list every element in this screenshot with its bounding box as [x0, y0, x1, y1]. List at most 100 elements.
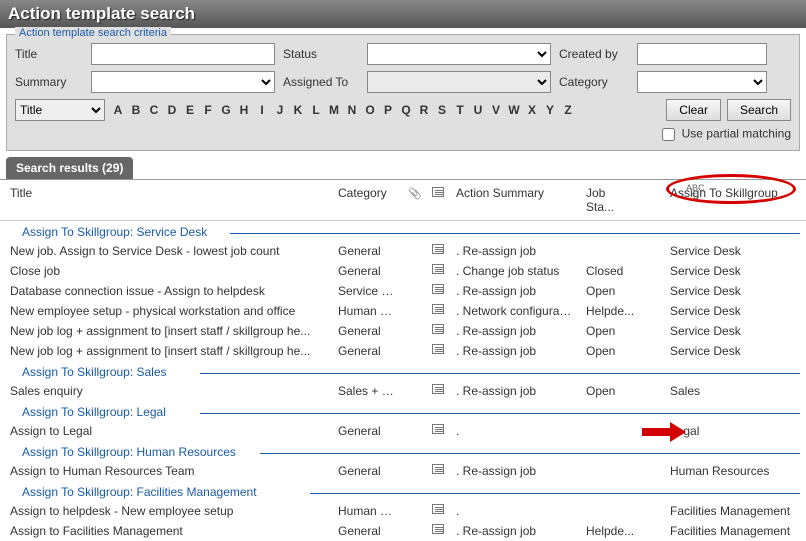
cell-attach — [402, 262, 426, 280]
table-row[interactable]: New job. Assign to Service Desk - lowest… — [0, 241, 806, 261]
letter-D[interactable]: D — [165, 103, 179, 117]
cell-category: Human R... — [332, 302, 402, 320]
col-attachment-icon[interactable] — [402, 184, 426, 216]
col-skillgroup[interactable]: Assign To Skillgroup — [642, 184, 806, 216]
cell-summary: . Re-assign job — [450, 322, 580, 340]
cell-attach — [402, 302, 426, 320]
input-title[interactable] — [91, 43, 275, 65]
label-category: Category — [559, 75, 629, 89]
letter-M[interactable]: M — [327, 103, 341, 117]
cell-summary: . Change job status — [450, 262, 580, 280]
label-createdby: Created by — [559, 47, 629, 61]
results-panel: Title Category Action Summary Job Sta...… — [0, 179, 806, 541]
group-header[interactable]: Assign To Skillgroup: Human Resources — [0, 441, 806, 461]
select-category[interactable] — [637, 71, 767, 93]
results-tab[interactable]: Search results (29) — [6, 157, 133, 179]
cell-skill: Sales — [642, 382, 806, 400]
cell-attach — [402, 282, 426, 300]
criteria-legend: Action template search criteria — [15, 27, 171, 39]
cell-summary: . Re-assign job — [450, 242, 580, 260]
col-status[interactable]: Job Sta... — [580, 184, 642, 216]
cell-attach — [402, 422, 426, 440]
cell-category: Sales + C... — [332, 382, 402, 400]
letter-R[interactable]: R — [417, 103, 431, 117]
table-row[interactable]: Close job General . Change job status Cl… — [0, 261, 806, 281]
letter-I[interactable]: I — [255, 103, 269, 117]
letter-Y[interactable]: Y — [543, 103, 557, 117]
table-row[interactable]: Database connection issue - Assign to he… — [0, 281, 806, 301]
group-header[interactable]: Assign To Skillgroup: Sales — [0, 361, 806, 381]
label-summary: Summary — [15, 75, 83, 89]
cell-title: New job log + assignment to [insert staf… — [0, 342, 332, 360]
table-row[interactable]: Assign to Facilities Management General … — [0, 521, 806, 541]
letter-B[interactable]: B — [129, 103, 143, 117]
letter-N[interactable]: N — [345, 103, 359, 117]
table-row[interactable]: Assign to Human Resources Team General .… — [0, 461, 806, 481]
letter-J[interactable]: J — [273, 103, 287, 117]
cell-skill: Service Desk — [642, 302, 806, 320]
table-row[interactable]: New employee setup - physical workstatio… — [0, 301, 806, 321]
letter-F[interactable]: F — [201, 103, 215, 117]
group-header[interactable]: Assign To Skillgroup: Legal — [0, 401, 806, 421]
cell-skill: Facilities Management — [642, 522, 806, 540]
cell-attach — [402, 342, 426, 360]
cell-status: Helpde... — [580, 302, 642, 320]
cell-status: Open — [580, 322, 642, 340]
group-header[interactable]: Assign To Skillgroup: Facilities Managem… — [0, 481, 806, 501]
letter-U[interactable]: U — [471, 103, 485, 117]
letter-X[interactable]: X — [525, 103, 539, 117]
select-status[interactable] — [367, 43, 551, 65]
letter-K[interactable]: K — [291, 103, 305, 117]
table-row[interactable]: New job log + assignment to [insert staf… — [0, 321, 806, 341]
cell-category: Human R... — [332, 502, 402, 520]
letter-C[interactable]: C — [147, 103, 161, 117]
cell-type — [426, 522, 450, 540]
cell-attach — [402, 242, 426, 260]
col-type-icon[interactable] — [426, 184, 450, 216]
input-createdby[interactable] — [637, 43, 767, 65]
cell-title: New job. Assign to Service Desk - lowest… — [0, 242, 332, 260]
cell-skill: Legal — [642, 422, 806, 440]
cell-summary: . Re-assign job — [450, 462, 580, 480]
letter-E[interactable]: E — [183, 103, 197, 117]
col-category[interactable]: Category — [332, 184, 402, 216]
cell-summary: . Re-assign job — [450, 342, 580, 360]
letter-O[interactable]: O — [363, 103, 377, 117]
search-button[interactable]: Search — [727, 99, 791, 121]
letter-G[interactable]: G — [219, 103, 233, 117]
table-row[interactable]: Assign to helpdesk - New employee setup … — [0, 501, 806, 521]
select-summary[interactable] — [91, 71, 275, 93]
table-row[interactable]: Sales enquiry Sales + C... . Re-assign j… — [0, 381, 806, 401]
cell-skill: Service Desk — [642, 282, 806, 300]
select-assignedto[interactable] — [367, 71, 551, 93]
form-icon — [432, 424, 444, 434]
letter-H[interactable]: H — [237, 103, 251, 117]
group-label: Assign To Skillgroup: Facilities Managem… — [22, 485, 257, 499]
table-row[interactable]: New job log + assignment to [insert staf… — [0, 341, 806, 361]
cell-category: General — [332, 242, 402, 260]
letter-W[interactable]: W — [507, 103, 521, 117]
letter-Z[interactable]: Z — [561, 103, 575, 117]
col-title[interactable]: Title — [0, 184, 332, 216]
select-sort-field[interactable]: Title — [15, 99, 105, 121]
table-row[interactable]: Assign to Legal General . Legal — [0, 421, 806, 441]
letter-T[interactable]: T — [453, 103, 467, 117]
checkbox-partial-matching[interactable] — [662, 128, 675, 141]
letter-S[interactable]: S — [435, 103, 449, 117]
cell-attach — [402, 382, 426, 400]
cell-attach — [402, 462, 426, 480]
letter-Q[interactable]: Q — [399, 103, 413, 117]
letter-A[interactable]: A — [111, 103, 125, 117]
group-label: Assign To Skillgroup: Sales — [22, 365, 167, 379]
cell-summary: . Network configuration — [450, 302, 580, 320]
letter-V[interactable]: V — [489, 103, 503, 117]
letter-L[interactable]: L — [309, 103, 323, 117]
form-icon — [432, 504, 444, 514]
letter-P[interactable]: P — [381, 103, 395, 117]
col-summary[interactable]: Action Summary — [450, 184, 580, 216]
cell-skill: Facilities Management — [642, 502, 806, 520]
alpha-letters: A B C D E F G H I J K L M N O P Q R S T — [111, 103, 575, 117]
cell-type — [426, 462, 450, 480]
group-header[interactable]: Assign To Skillgroup: Service Desk — [0, 221, 806, 241]
clear-button[interactable]: Clear — [666, 99, 721, 121]
